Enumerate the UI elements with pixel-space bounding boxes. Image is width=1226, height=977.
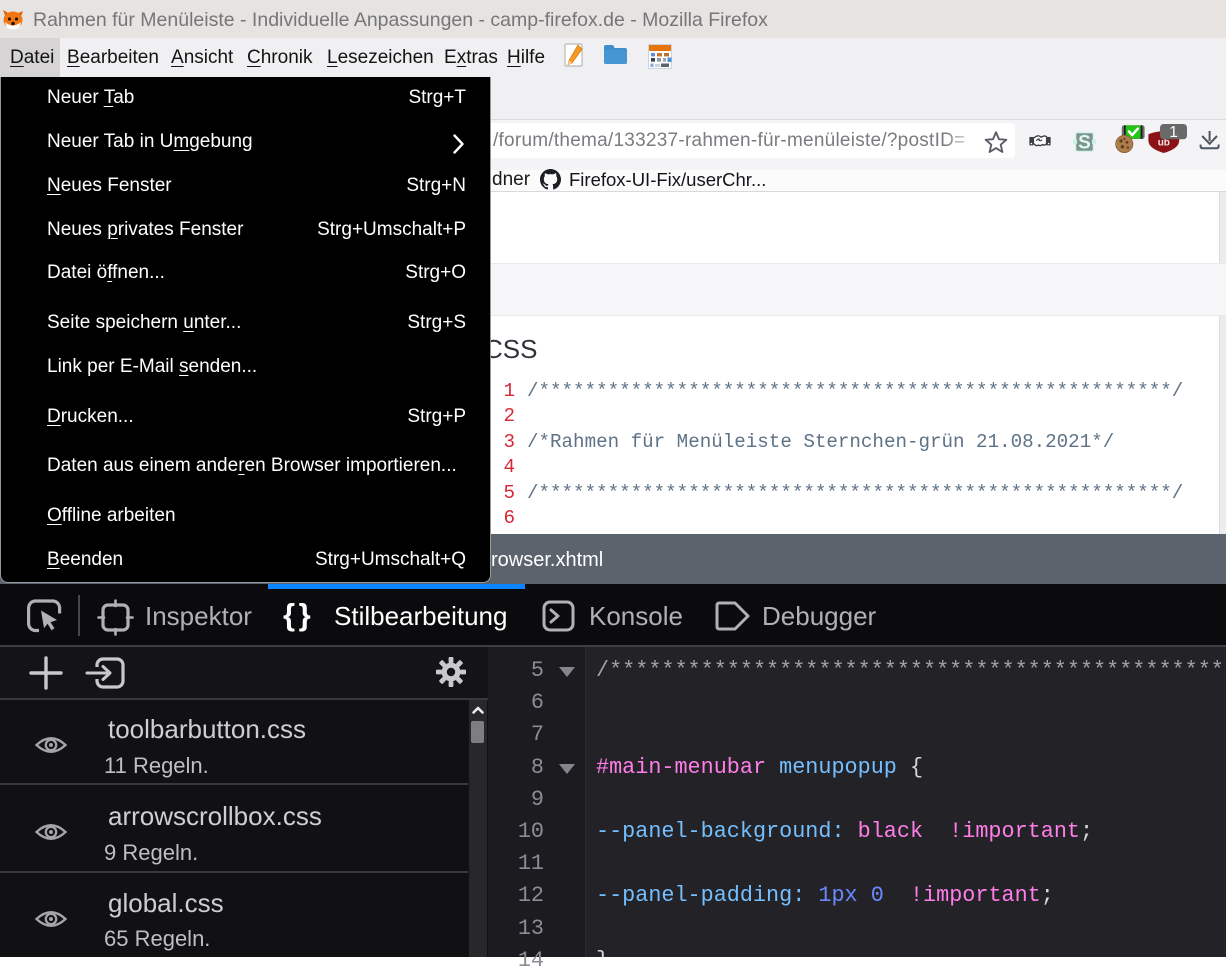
svg-text:S: S [1078,133,1091,154]
svg-text:1: 1 [1169,124,1178,141]
